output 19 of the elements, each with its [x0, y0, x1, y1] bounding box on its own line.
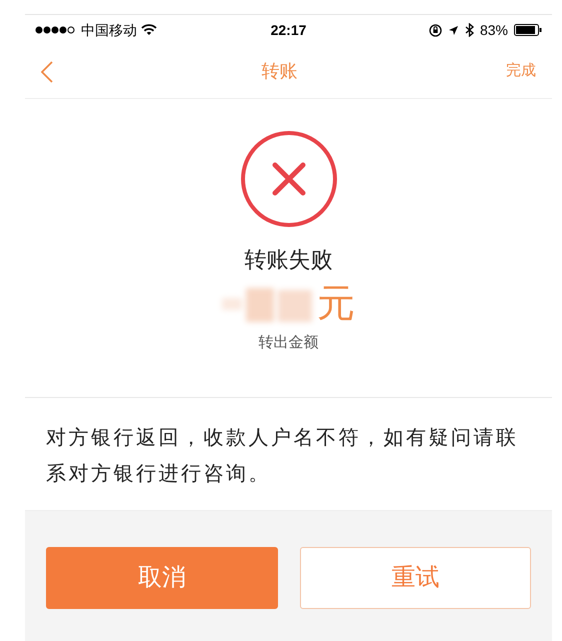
amount-label: 转出金额 — [258, 333, 318, 353]
bluetooth-icon — [464, 23, 474, 37]
result-status: 转账失败 — [244, 246, 332, 274]
battery-icon — [514, 24, 542, 36]
failure-icon — [238, 129, 338, 229]
battery-percent: 83% — [480, 20, 508, 40]
carrier-name: 中国移动 — [81, 20, 137, 40]
lock-rotation-icon — [428, 24, 442, 36]
location-icon — [448, 24, 459, 36]
page-title: 转账 — [262, 60, 298, 83]
retry-button[interactable]: 重试 — [300, 547, 531, 609]
clock-time: 22:17 — [270, 22, 306, 38]
cancel-button[interactable]: 取消 — [46, 547, 278, 609]
error-message: 对方银行返回，收款人户名不符，如有疑问请联系对方银行进行咨询。 — [46, 426, 520, 487]
amount-unit: 元 — [317, 285, 355, 323]
back-icon[interactable] — [41, 60, 53, 82]
wifi-icon — [141, 24, 157, 36]
done-button[interactable]: 完成 — [506, 60, 536, 83]
signal-icon — [35, 26, 77, 34]
